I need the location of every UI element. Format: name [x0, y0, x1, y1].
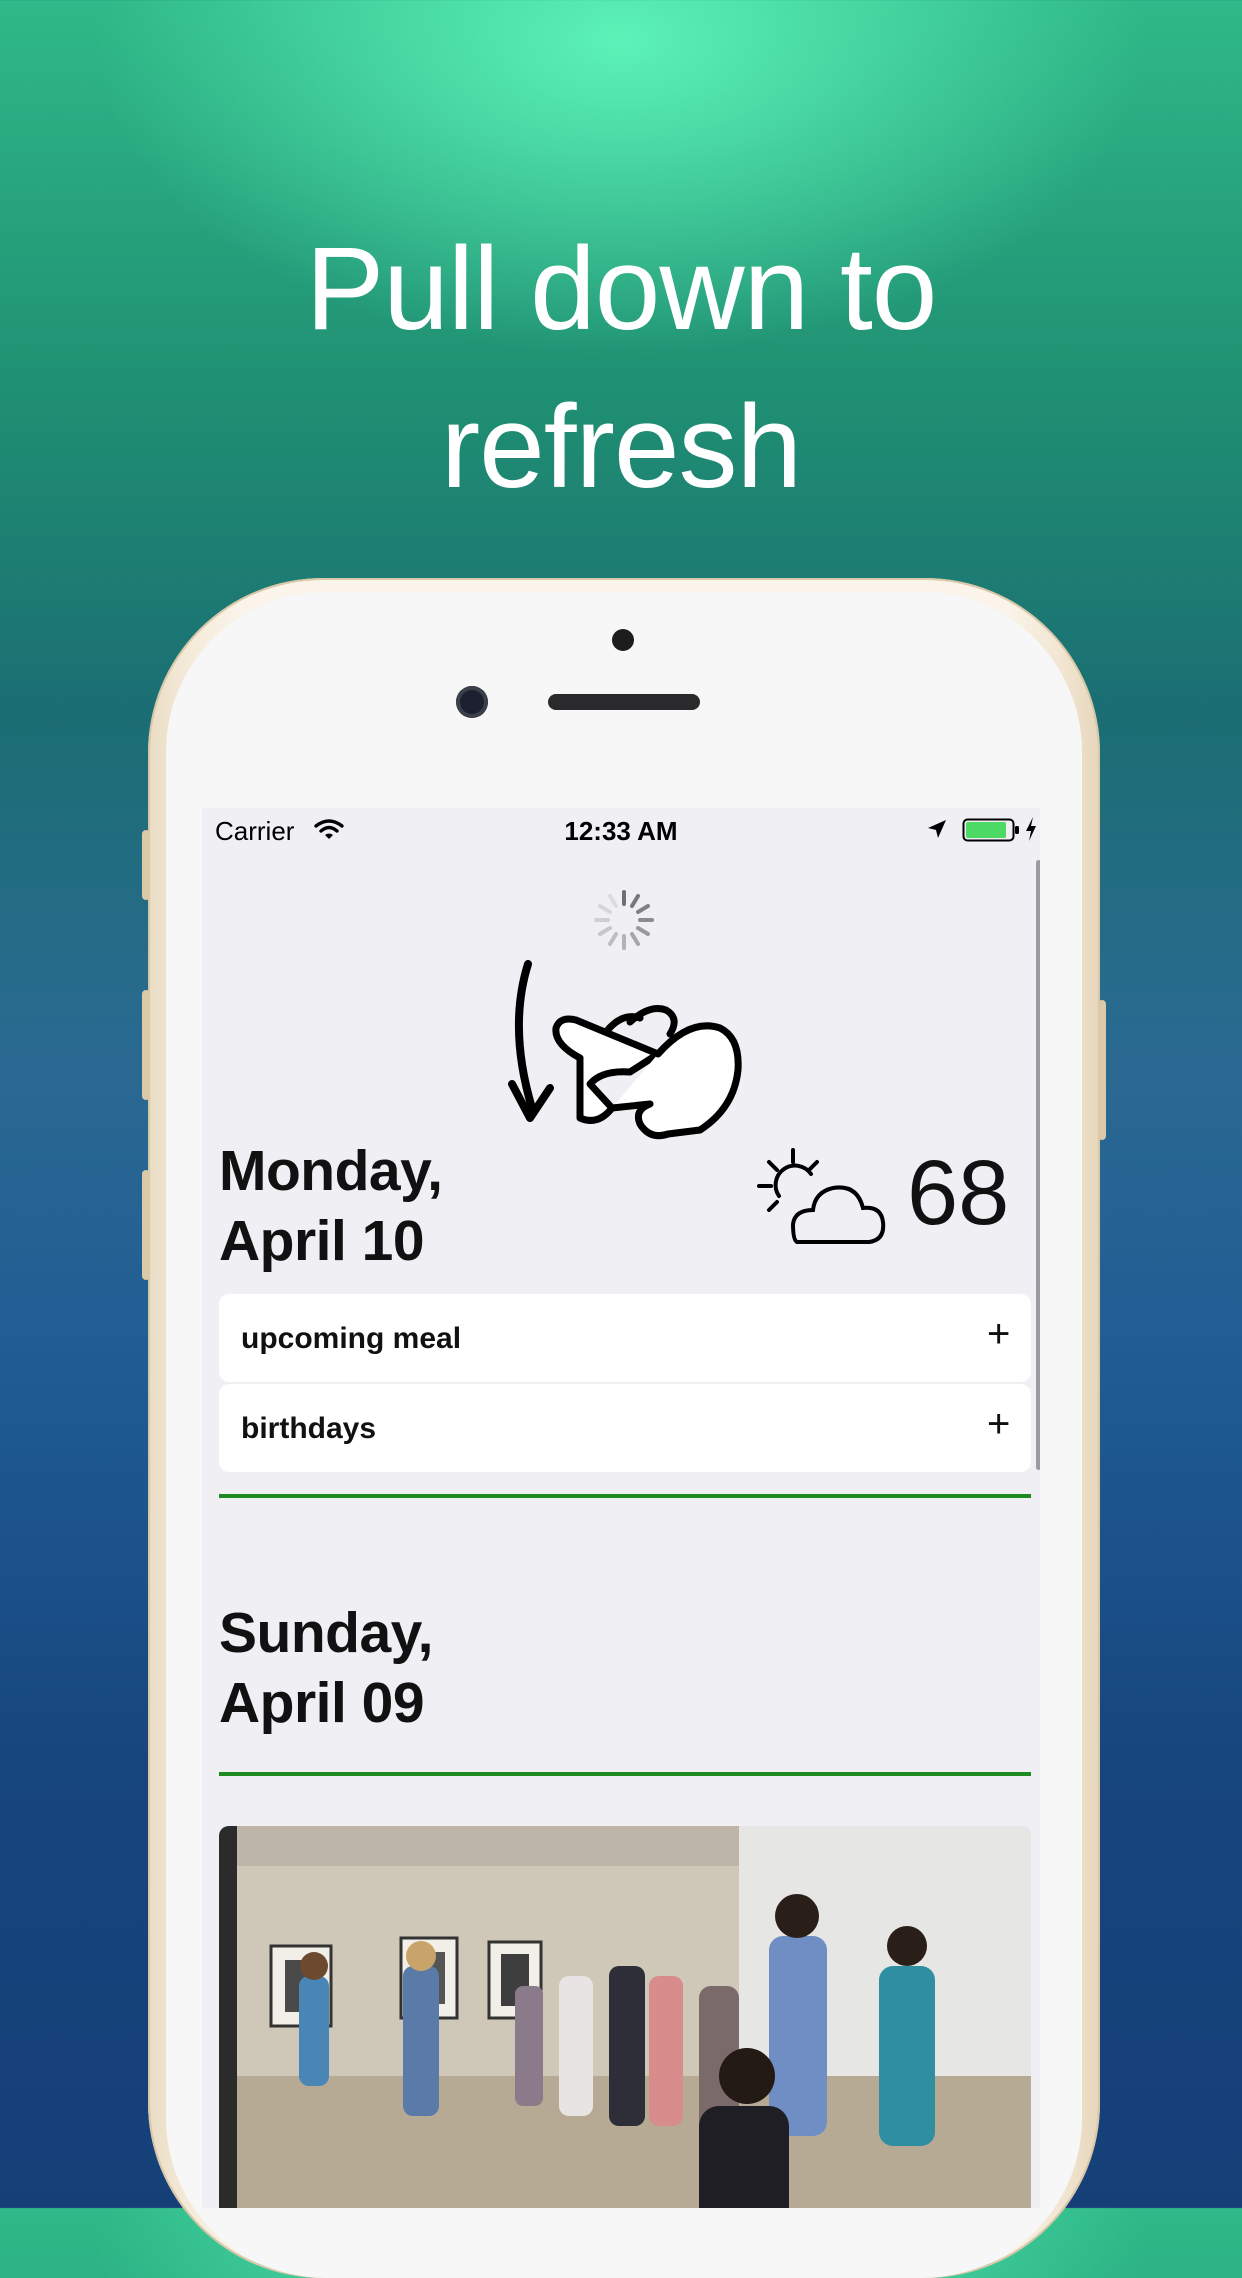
plus-icon[interactable]: +	[987, 1402, 1010, 1446]
previous-date-heading: Sunday, April 09	[219, 1598, 433, 1738]
previous-weekday: Sunday,	[219, 1601, 433, 1665]
pull-down-hand-icon	[508, 960, 742, 1140]
previous-date: April 09	[219, 1671, 425, 1735]
card-label: birthdays	[241, 1412, 377, 1445]
status-time: 12:33 AM	[564, 816, 678, 846]
partly-cloudy-icon	[757, 1148, 886, 1244]
today-date-heading: Monday, April 10	[219, 1136, 443, 1276]
plus-icon[interactable]: +	[987, 1312, 1010, 1356]
headline-line-1: Pull down to	[305, 223, 938, 355]
today-weekday: Monday,	[219, 1139, 443, 1203]
card-label: upcoming meal	[241, 1322, 462, 1355]
section-divider	[219, 1772, 1031, 1776]
charging-bolt-icon	[1026, 817, 1036, 841]
mute-switch	[142, 830, 150, 900]
upcoming-meal-card[interactable]: upcoming meal +	[219, 1294, 1031, 1382]
headline: Pull down to refresh	[0, 210, 1242, 526]
section-divider	[219, 1494, 1031, 1498]
temperature-value: 68	[907, 1142, 1010, 1244]
proximity-sensor	[612, 629, 634, 651]
front-camera	[456, 686, 488, 718]
volume-down-button	[142, 1170, 150, 1280]
earpiece-speaker	[548, 694, 700, 710]
scroll-indicator[interactable]	[1036, 860, 1040, 1470]
loading-spinner-icon	[594, 890, 654, 950]
battery-icon	[962, 818, 1019, 842]
headline-line-2: refresh	[440, 381, 802, 513]
volume-up-button	[142, 990, 150, 1100]
power-button	[1098, 1000, 1106, 1140]
gallery-photo-image	[219, 1826, 1031, 2208]
today-date: April 10	[219, 1209, 425, 1273]
birthdays-card[interactable]: birthdays +	[219, 1384, 1031, 1472]
status-bar: Carrier 12:33 AM	[202, 808, 1040, 852]
app-screen[interactable]: Carrier 12:33 AM Monday, April 10 68 upc…	[202, 808, 1040, 2208]
gallery-photo[interactable]	[219, 1826, 1031, 2208]
location-arrow-icon	[928, 820, 946, 838]
